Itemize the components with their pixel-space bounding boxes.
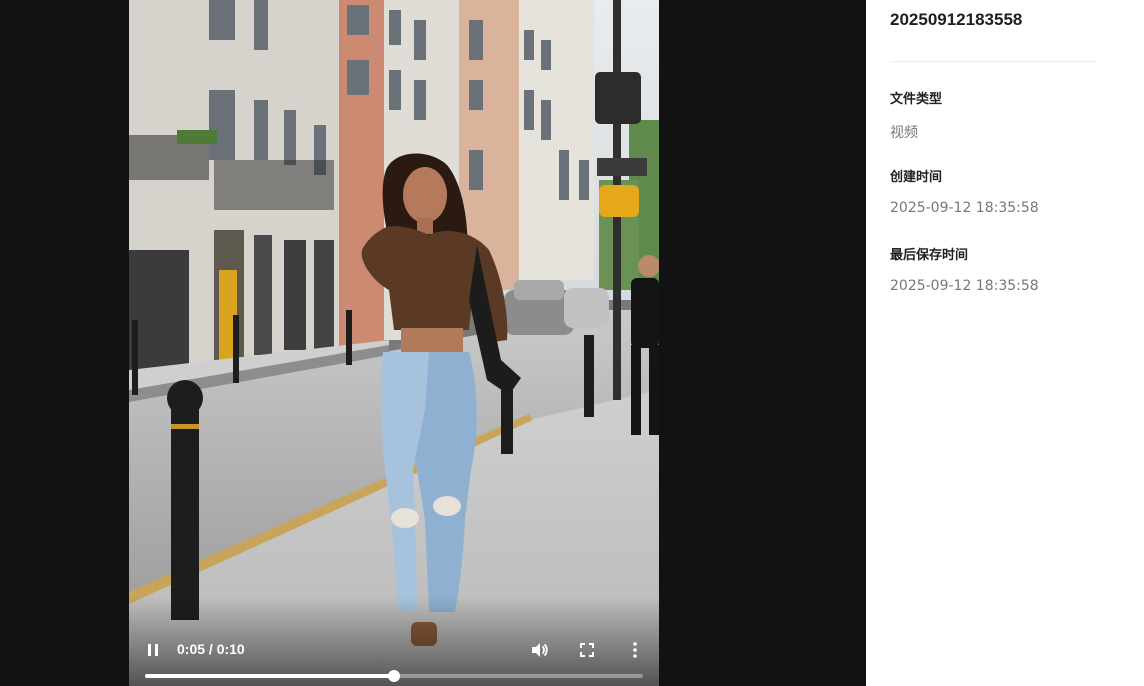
- volume-icon: [532, 643, 548, 657]
- created-time-label: 创建时间: [890, 170, 943, 185]
- progress-thumb[interactable]: [388, 670, 400, 682]
- progress-fill: [145, 674, 394, 678]
- pause-button[interactable]: [137, 638, 169, 662]
- more-vertical-icon: [633, 642, 637, 658]
- divider: [890, 61, 1096, 62]
- file-type-value: 视频: [890, 125, 918, 141]
- video-frame: [129, 0, 659, 686]
- details-panel: 20250912183558 文件类型 视频 创建时间 2025-09-12 1…: [866, 0, 1144, 686]
- more-options-button[interactable]: [621, 638, 649, 662]
- progress-bar[interactable]: [145, 670, 643, 682]
- created-time-value: 2025-09-12 18:35:58: [890, 200, 1039, 216]
- last-saved-value: 2025-09-12 18:35:58: [890, 278, 1039, 294]
- pause-icon: [148, 644, 158, 656]
- file-name: 20250912183558: [890, 10, 1023, 29]
- volume-button[interactable]: [525, 638, 553, 662]
- last-saved-label: 最后保存时间: [890, 248, 969, 263]
- video-player[interactable]: 0:05 / 0:10: [129, 0, 659, 686]
- fullscreen-icon: [580, 643, 594, 657]
- video-stage: 0:05 / 0:10: [0, 0, 866, 686]
- fullscreen-button[interactable]: [573, 638, 601, 662]
- time-display: 0:05 / 0:10: [177, 641, 245, 657]
- file-type-label: 文件类型: [890, 92, 943, 107]
